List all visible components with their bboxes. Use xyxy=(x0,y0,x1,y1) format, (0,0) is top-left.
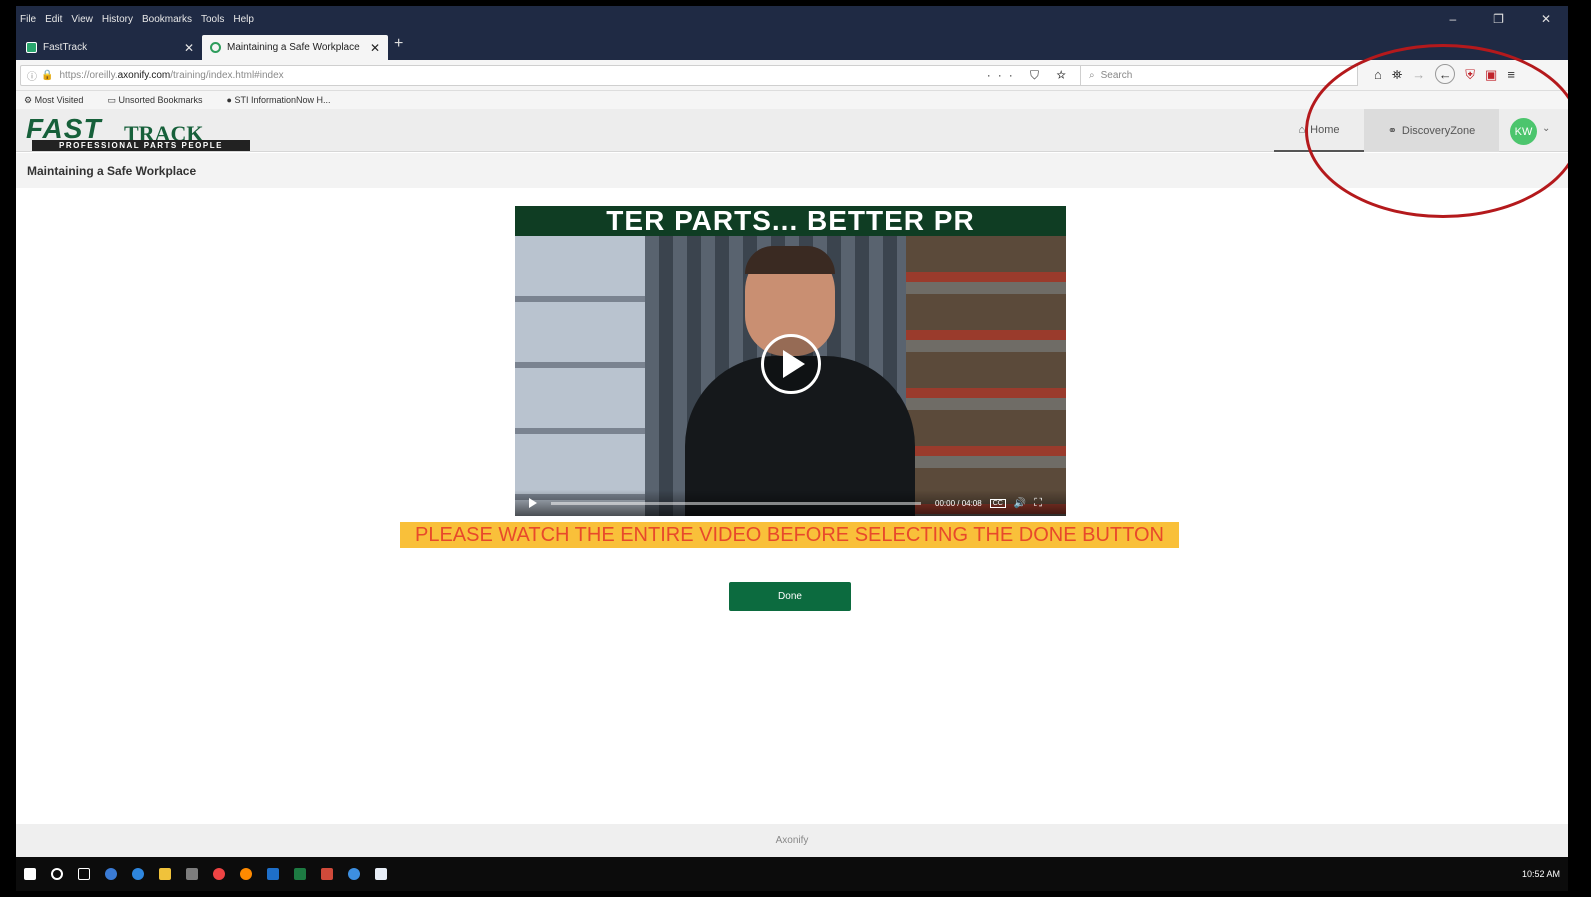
volume-icon[interactable]: 🔊 xyxy=(1014,498,1026,509)
nav-discovery-label: DiscoveryZone xyxy=(1401,124,1476,137)
fasttrack-favicon-icon xyxy=(26,42,37,53)
url-path: /training/index.html#index xyxy=(170,70,284,81)
menu-bookmarks[interactable]: Bookmarks xyxy=(142,14,192,25)
tab-fasttrack[interactable]: FastTrack ✕ xyxy=(18,35,202,60)
play-button[interactable] xyxy=(761,334,821,394)
video-player[interactable]: TER PARTS... BETTER PR 00:00 / 04:08 CC … xyxy=(515,206,1066,516)
video-frame-shelf-right xyxy=(906,236,1066,516)
explorer-icon[interactable] xyxy=(159,868,171,880)
bookmark-sti[interactable]: ● STI InformationNow H... xyxy=(227,95,343,105)
page-actions[interactable]: ··· ⛉ ☆ xyxy=(987,68,1073,83)
page-title: Maintaining a Safe Workplace xyxy=(16,153,1568,188)
logo-tagline: PROFESSIONAL PARTS PEOPLE xyxy=(32,140,250,151)
nav-bar: ⓘ 🔒 https://oreilly. axonify.com/training… xyxy=(16,60,1568,91)
nav-home[interactable]: ⌂ Home xyxy=(1274,109,1364,152)
search-input[interactable]: ⌕ Search xyxy=(1080,65,1358,86)
url-host: axonify.com xyxy=(117,70,171,81)
menu-bar: File Edit View History Bookmarks Tools H… xyxy=(16,6,1568,32)
play-small-icon[interactable] xyxy=(529,498,537,508)
binoculars-icon: ⚭ xyxy=(1387,125,1397,137)
toolbar-icons: ⌂ ⛯ → ← ⛨ ▣ ≡ xyxy=(1374,64,1515,84)
menu-view[interactable]: View xyxy=(71,14,93,25)
bookmarks-bar: ⚙ Most Visited ▭ Unsorted Bookmarks ● ST… xyxy=(16,91,1568,109)
video-controls: 00:00 / 04:08 CC 🔊 ⛶ xyxy=(515,490,1066,516)
captions-button[interactable]: CC xyxy=(989,498,1006,508)
new-tab-button[interactable]: + xyxy=(394,35,403,53)
excel-icon[interactable] xyxy=(294,868,306,880)
minimize-icon[interactable]: – xyxy=(1449,12,1456,26)
home-icon: ⌂ xyxy=(1298,123,1306,136)
windows-start-icon[interactable] xyxy=(24,868,36,880)
shield-icon[interactable]: ⛨ xyxy=(1465,67,1475,84)
close-tab-icon[interactable]: ✕ xyxy=(184,41,194,55)
avatar[interactable]: KW xyxy=(1510,118,1537,145)
taskbar: 10:52 AM xyxy=(16,857,1568,891)
back-icon[interactable]: ← xyxy=(1435,64,1456,84)
user-app-icon[interactable] xyxy=(321,868,333,880)
play-icon xyxy=(783,350,805,378)
video-frame-shelf-left xyxy=(515,236,645,516)
ie-icon[interactable] xyxy=(132,868,144,880)
tab-label: FastTrack xyxy=(43,42,88,53)
menu-help[interactable]: Help xyxy=(233,14,254,25)
close-window-icon[interactable]: ✕ xyxy=(1541,12,1551,26)
nav-discovery-zone[interactable]: ⚭ DiscoveryZone xyxy=(1364,109,1499,152)
info-icon[interactable]: ⓘ xyxy=(27,68,37,83)
done-button[interactable]: Done xyxy=(729,582,851,611)
clock: 10:52 AM xyxy=(1521,869,1560,879)
progress-bar[interactable] xyxy=(551,501,921,505)
url-bar[interactable]: ⓘ 🔒 https://oreilly. axonify.com/training… xyxy=(20,65,1082,86)
bookmark-unsorted[interactable]: ▭ Unsorted Bookmarks xyxy=(107,95,214,106)
lock-icon: 🔒 xyxy=(41,70,54,81)
home-icon[interactable]: ⌂ xyxy=(1374,67,1382,84)
chevron-down-icon[interactable]: ⌄ xyxy=(1542,123,1550,134)
bookmarks-icon[interactable]: ⛯ xyxy=(1392,67,1402,84)
outlook-icon[interactable] xyxy=(267,868,279,880)
screen: File Edit View History Bookmarks Tools H… xyxy=(16,6,1568,891)
watch-notice: PLEASE WATCH THE ENTIRE VIDEO BEFORE SEL… xyxy=(400,522,1179,548)
forward-icon[interactable]: → xyxy=(1412,67,1425,84)
menu-history[interactable]: History xyxy=(102,14,133,25)
pdf-icon[interactable]: ▣ xyxy=(1485,67,1497,84)
menu-file[interactable]: File xyxy=(20,14,36,25)
url-prefix: https://oreilly. xyxy=(59,70,118,81)
app-white-icon[interactable] xyxy=(375,868,387,880)
edge-icon[interactable] xyxy=(105,868,117,880)
app-header: FAST TRACK PROFESSIONAL PARTS PEOPLE ⌂ H… xyxy=(16,109,1568,152)
menu-edit[interactable]: Edit xyxy=(45,14,62,25)
video-time: 00:00 / 04:08 xyxy=(935,498,982,508)
video-banner: TER PARTS... BETTER PR xyxy=(515,206,1066,236)
menu-tools[interactable]: Tools xyxy=(201,14,224,25)
search-icon[interactable] xyxy=(51,868,63,880)
task-view-icon[interactable] xyxy=(78,868,90,880)
restore-icon[interactable]: ❐ xyxy=(1493,12,1504,26)
window-controls: – ❐ ✕ xyxy=(1421,6,1560,32)
bookmark-most-visited[interactable]: ⚙ Most Visited xyxy=(24,95,95,106)
tab-label: Maintaining a Safe Workplace xyxy=(227,42,360,53)
footer-brand: Axonify xyxy=(16,824,1568,857)
close-tab-icon[interactable]: ✕ xyxy=(370,41,380,55)
app-blue-icon[interactable] xyxy=(348,868,360,880)
menu-hamburger-icon[interactable]: ≡ xyxy=(1507,67,1515,84)
tab-safe-workplace[interactable]: Maintaining a Safe Workplace ✕ xyxy=(202,35,388,60)
search-icon: ⌕ xyxy=(1089,70,1095,81)
tab-bar: FastTrack ✕ Maintaining a Safe Workplace… xyxy=(16,32,1568,60)
fullscreen-icon[interactable]: ⛶ xyxy=(1034,497,1042,510)
loading-favicon-icon xyxy=(210,42,221,53)
chrome-icon[interactable] xyxy=(213,868,225,880)
app-icon[interactable] xyxy=(186,868,198,880)
nav-home-label: Home xyxy=(1310,123,1340,136)
firefox-icon[interactable] xyxy=(240,868,252,880)
search-placeholder: Search xyxy=(1100,70,1133,81)
fasttrack-logo[interactable]: FAST TRACK PROFESSIONAL PARTS PEOPLE xyxy=(26,113,250,151)
